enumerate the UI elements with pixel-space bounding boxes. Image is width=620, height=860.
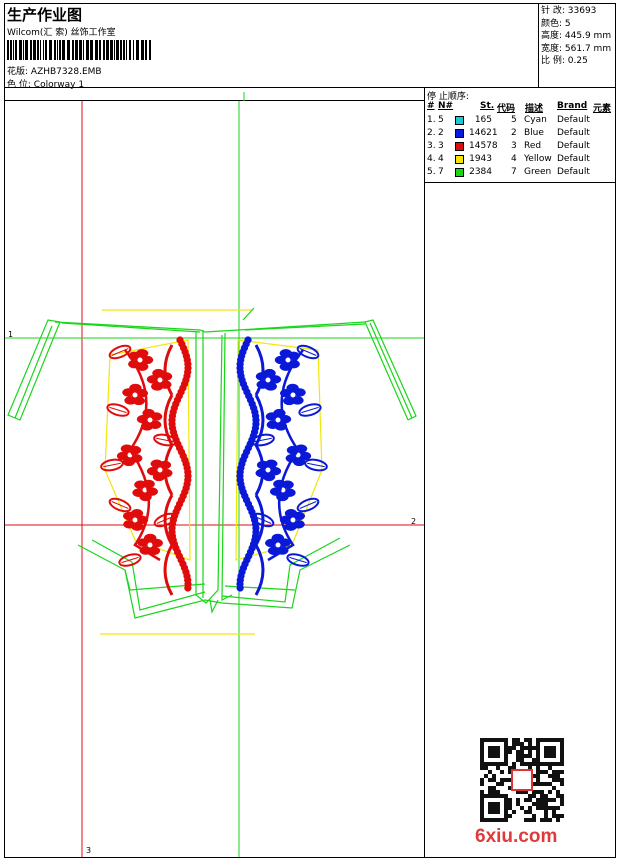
stop-idx: 1. [427, 115, 436, 125]
stop-code: 2 [511, 128, 517, 138]
color-swatch [455, 168, 464, 177]
color-swatch [455, 116, 464, 125]
colorway-divider [5, 88, 425, 101]
stop-stitches: 14578 [469, 141, 498, 151]
color-swatch [455, 129, 464, 138]
stop-stitches: 1943 [469, 154, 492, 164]
col-header-element: 元素 [593, 104, 612, 114]
stop-desc: Yellow [524, 154, 552, 164]
col-header-desc: 描述 [525, 104, 544, 114]
col-header-st: St. [480, 101, 495, 111]
stop-stitches: 2384 [469, 167, 492, 177]
stop-desc: Red [524, 141, 542, 151]
table-row: 2. 2 14621 2 Blue Default [425, 128, 616, 141]
stop-code: 5 [511, 115, 517, 125]
axis-label-1: 1 [8, 330, 14, 339]
stop-idx: 2. [427, 128, 436, 138]
stop-brand: Default [557, 154, 590, 164]
stop-brand: Default [557, 141, 590, 151]
color-swatch [455, 142, 464, 151]
stop-desc: Cyan [524, 115, 547, 125]
stop-desc: Blue [524, 128, 544, 138]
table-row: 3. 3 14578 3 Red Default [425, 141, 616, 154]
stop-brand: Default [557, 167, 590, 177]
stat-height: 高度: 445.9 mm [541, 31, 612, 41]
barcode-icon [7, 40, 151, 60]
stop-sequence-table: 停 止顺序: # N# St. 代码 描述 Brand 元素 1. 5 165 5 Cy… [425, 88, 616, 183]
stat-colors: 颜色: 5 [541, 18, 571, 29]
color-swatch [455, 155, 464, 164]
qr-code-icon [480, 738, 564, 822]
stop-needle: 2 [438, 128, 444, 138]
stop-brand: Default [557, 128, 590, 138]
col-header-n: N# [438, 101, 454, 111]
col-header-idx: # [427, 101, 435, 111]
table-row: 1. 5 165 5 Cyan Default [425, 115, 616, 128]
header-info: 生产作业图 Wilcom(汇 索) 丝饰工作室 花版: AZHB7328.EMB… [5, 4, 539, 90]
stop-brand: Default [557, 115, 590, 125]
column-divider [424, 88, 425, 858]
stop-needle: 7 [438, 167, 444, 177]
stop-code: 3 [511, 141, 517, 151]
stop-desc: Green [524, 167, 552, 177]
stop-needle: 5 [438, 115, 444, 125]
stop-code: 7 [511, 167, 517, 177]
design-value: AZHB7328.EMB [30, 67, 102, 77]
stop-code: 4 [511, 154, 517, 164]
stop-stitches: 14621 [469, 128, 498, 138]
stop-needle: 3 [438, 141, 444, 151]
design-file: 花版: AZHB7328.EMB [7, 64, 102, 77]
design-label: 花版: [7, 67, 29, 77]
page-title: 生产作业图 [7, 6, 83, 24]
table-row: 5. 7 2384 7 Green Default [425, 167, 616, 180]
col-header-code: 代码 [497, 104, 516, 114]
axis-label-2: 2 [411, 517, 417, 526]
axis-label-3: 3 [86, 846, 92, 855]
stop-idx: 3. [427, 141, 436, 151]
site-watermark: 6xiu.com [475, 826, 558, 847]
stop-idx: 5. [427, 167, 436, 177]
studio-name: Wilcom(汇 索) 丝饰工作室 [7, 28, 116, 38]
stop-stitches: 165 [474, 115, 492, 125]
stop-idx: 4. [427, 154, 436, 164]
col-header-brand: Brand [557, 101, 588, 111]
table-row: 4. 4 1943 4 Yellow Default [425, 154, 616, 167]
stat-width: 宽度: 561.7 mm [541, 43, 612, 54]
stat-scale: 比 例: 0.25 [541, 56, 588, 66]
stat-stitches: 针 改: 33693 [541, 6, 597, 16]
stats-panel: 针 改: 33693 颜色: 5 高度: 445.9 mm 宽度: 561.7 … [539, 4, 615, 88]
stop-needle: 4 [438, 154, 444, 164]
